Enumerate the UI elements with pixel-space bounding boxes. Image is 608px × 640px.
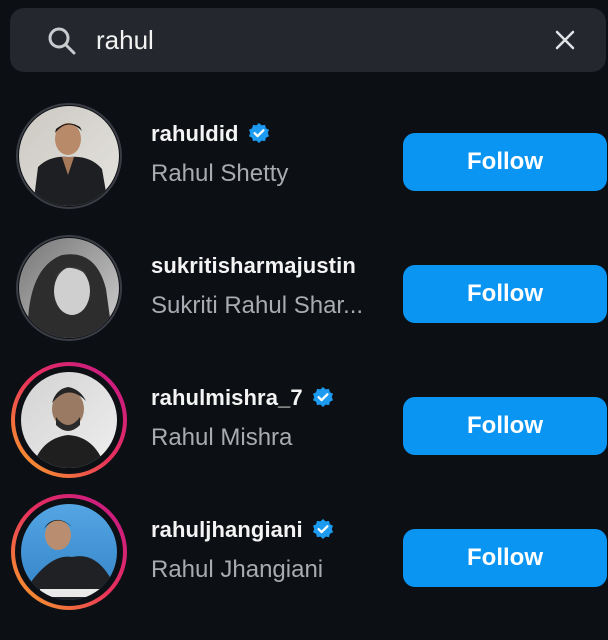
search-icon <box>48 27 76 55</box>
verified-badge-icon <box>312 387 333 407</box>
close-icon[interactable] <box>553 28 577 52</box>
username[interactable]: rahulmishra_7 <box>151 385 303 411</box>
avatar[interactable] <box>10 97 128 215</box>
search-input[interactable] <box>96 19 496 61</box>
verified-badge-icon <box>248 123 269 143</box>
username[interactable]: rahuljhangiani <box>151 517 303 543</box>
verified-badge-icon <box>312 519 333 539</box>
list-item[interactable]: rahuljhangiani Rahul Jhangiani Follow <box>0 488 608 611</box>
follow-button[interactable]: Follow <box>403 397 607 455</box>
avatar[interactable] <box>10 361 128 479</box>
list-item[interactable]: rahulmishra_7 Rahul Mishra Follow <box>0 356 608 479</box>
search-bar[interactable] <box>10 8 606 72</box>
username[interactable]: rahuldid <box>151 121 239 147</box>
avatar[interactable] <box>10 229 128 347</box>
full-name: Rahul Shetty <box>151 160 289 187</box>
follow-button[interactable]: Follow <box>403 133 607 191</box>
avatar[interactable] <box>10 493 128 611</box>
full-name: Rahul Jhangiani <box>151 556 324 583</box>
list-item[interactable]: rahuldid Rahul Shetty Follow <box>0 92 608 212</box>
list-item[interactable]: sukritisharmajustin Sukriti Rahul Shar..… <box>0 224 608 344</box>
follow-button[interactable]: Follow <box>403 529 607 587</box>
follow-button[interactable]: Follow <box>403 265 607 323</box>
full-name: Sukriti Rahul Shar... <box>151 292 364 319</box>
username[interactable]: sukritisharmajustin <box>151 253 356 279</box>
full-name: Rahul Mishra <box>151 424 293 451</box>
